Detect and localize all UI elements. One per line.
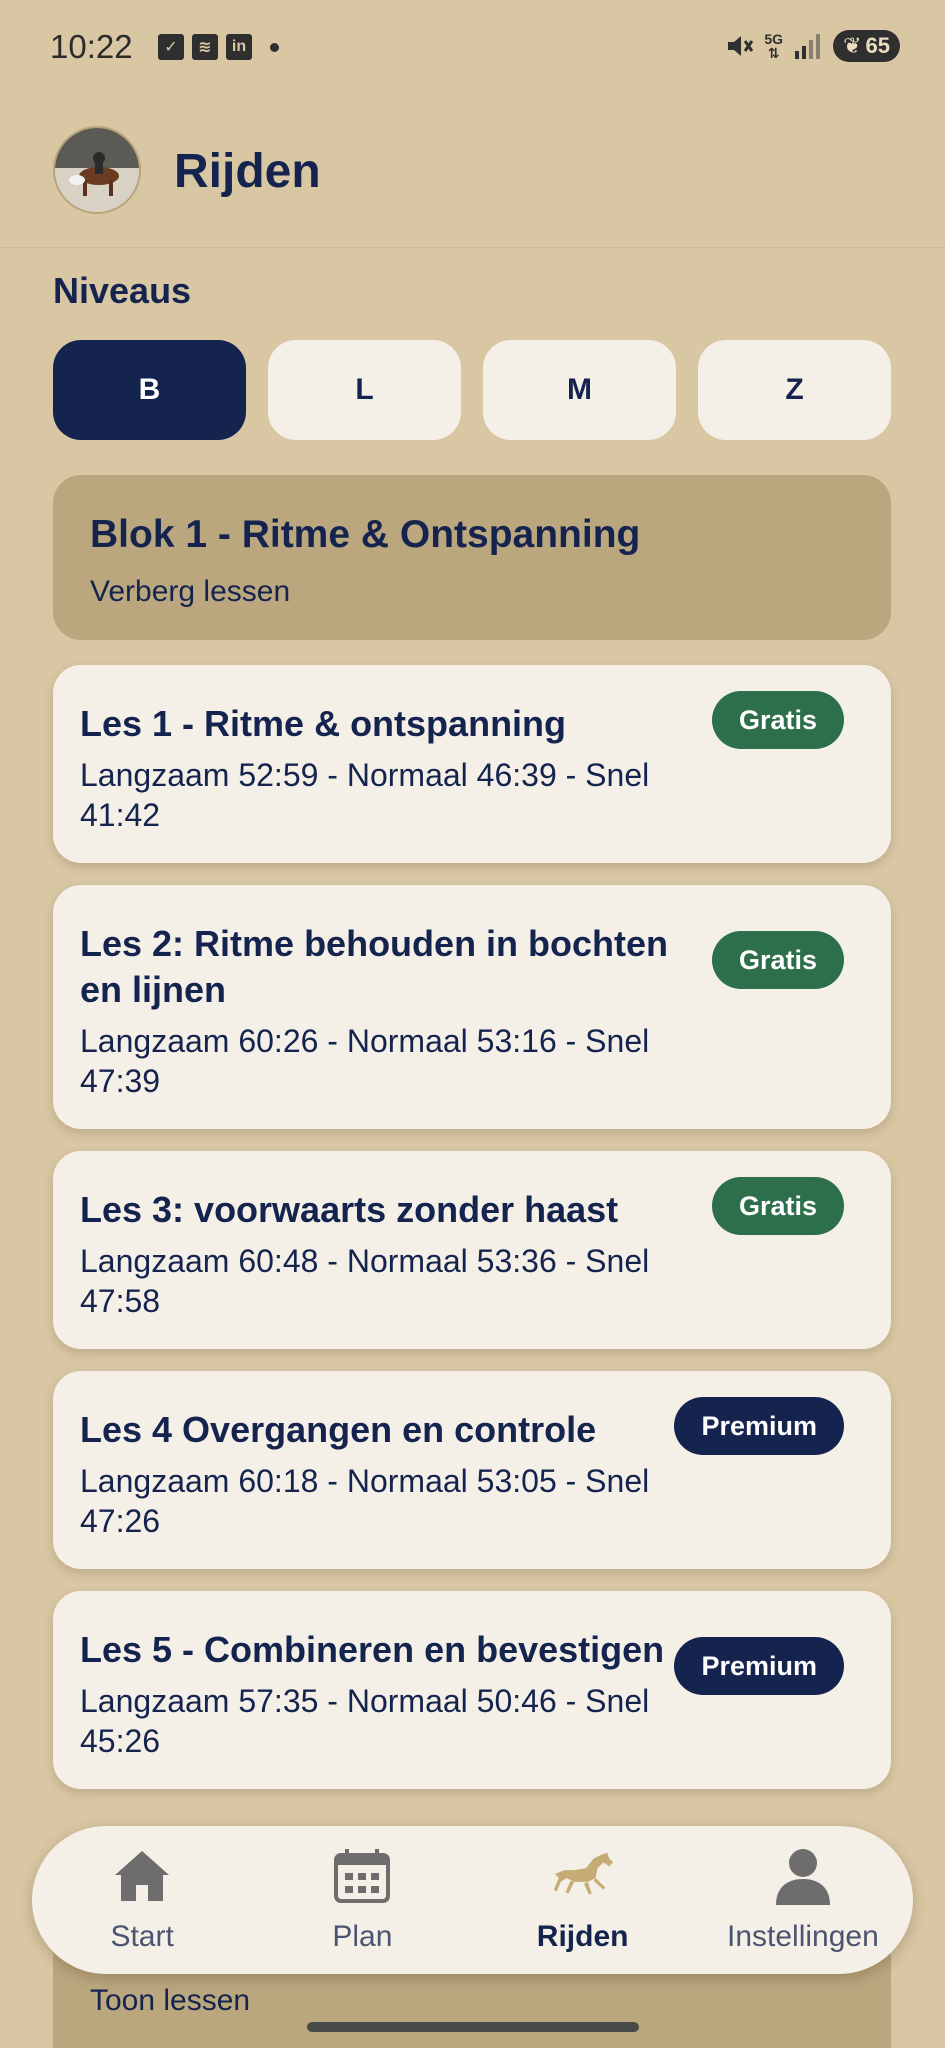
show-lessons-toggle[interactable]: Toon lessen	[90, 1984, 250, 2018]
leaf-icon: ❦	[843, 33, 862, 58]
network-icon: 5G ⇅	[764, 31, 784, 61]
lesson-title: Les 5 - Combineren en bevestigen	[80, 1629, 665, 1670]
lesson-card[interactable]: Les 3: voorwaarts zonder haast Langzaam …	[53, 1151, 891, 1349]
lesson-durations: Langzaam 60:48 - Normaal 53:36 - Snel 47…	[80, 1243, 650, 1319]
blok-header[interactable]: Blok 1 - Ritme & Ontspanning Verberg les…	[53, 475, 891, 640]
level-button-b[interactable]: B	[53, 340, 246, 440]
battery-icon: ❦ 65	[833, 30, 900, 62]
more-notifications-dot	[270, 42, 279, 52]
nav-label: Start	[110, 1920, 174, 1953]
level-button-l[interactable]: L	[268, 340, 461, 440]
premium-badge: Premium	[674, 1397, 844, 1455]
page-title: Rijden	[174, 145, 321, 198]
levels-label: Niveaus	[53, 270, 192, 311]
check-notification-icon: ✓	[158, 34, 184, 60]
level-selector: B L M Z	[53, 340, 891, 440]
level-button-z[interactable]: Z	[698, 340, 891, 440]
horse-icon	[551, 1844, 615, 1908]
gratis-badge: Gratis	[711, 931, 844, 989]
system-icons: 5G ⇅ ❦ 65	[724, 30, 900, 62]
nav-plan[interactable]: Plan	[252, 1826, 472, 1974]
app-screen: 10:22 ✓ ≋ in 5G ⇅ ❦ 65 Rijden Niveaus B …	[0, 0, 945, 2048]
bottom-navigation: Start Plan Rijden Instellingen	[32, 1826, 913, 1974]
signal-icon	[795, 34, 821, 59]
nav-label: Plan	[332, 1920, 393, 1953]
lesson-card[interactable]: Les 5 - Combineren en bevestigen Langzaa…	[53, 1591, 891, 1789]
lesson-card[interactable]: Les 2: Ritme behouden in bochten en lijn…	[53, 885, 891, 1129]
gratis-badge: Gratis	[711, 1177, 844, 1235]
lesson-durations: Langzaam 57:35 - Normaal 50:46 - Snel 45…	[80, 1683, 650, 1759]
nav-start[interactable]: Start	[32, 1826, 252, 1974]
level-button-m[interactable]: M	[483, 340, 676, 440]
avatar-photo	[55, 128, 139, 212]
nav-label: Rijden	[536, 1920, 629, 1953]
avatar[interactable]	[53, 126, 141, 214]
blok-title: Blok 1 - Ritme & Ontspanning	[90, 513, 641, 556]
mute-icon	[728, 36, 754, 56]
linkedin-notification-icon: in	[226, 34, 252, 60]
lesson-title: Les 2: Ritme behouden in bochten en lijn…	[80, 923, 669, 1010]
calendar-icon	[330, 1844, 394, 1908]
lesson-title: Les 4 Overgangen en controle	[80, 1409, 597, 1450]
home-icon	[110, 1844, 174, 1908]
home-indicator[interactable]	[307, 2022, 639, 2032]
status-time: 10:22	[50, 28, 133, 65]
hide-lessons-toggle[interactable]: Verberg lessen	[90, 575, 854, 609]
lesson-durations: Langzaam 52:59 - Normaal 46:39 - Snel 41…	[80, 757, 650, 833]
layers-notification-icon: ≋	[192, 34, 218, 60]
lesson-card[interactable]: Les 4 Overgangen en controle Langzaam 60…	[53, 1371, 891, 1569]
nav-instellingen[interactable]: Instellingen	[693, 1826, 913, 1974]
lesson-card[interactable]: Les 1 - Ritme & ontspanning Langzaam 52:…	[53, 665, 891, 863]
lesson-durations: Langzaam 60:26 - Normaal 53:16 - Snel 47…	[80, 1023, 650, 1099]
lesson-durations: Langzaam 60:18 - Normaal 53:05 - Snel 47…	[80, 1463, 650, 1539]
app-header: Rijden	[0, 100, 945, 248]
gratis-badge: Gratis	[711, 691, 844, 749]
notification-icons: ✓ ≋ in	[158, 34, 279, 60]
lesson-list: Les 1 - Ritme & ontspanning Langzaam 52:…	[53, 665, 891, 1811]
nav-label: Instellingen	[726, 1920, 879, 1953]
person-icon	[771, 1844, 835, 1908]
nav-rijden[interactable]: Rijden	[473, 1826, 693, 1974]
status-bar: 10:22 ✓ ≋ in 5G ⇅ ❦ 65	[0, 0, 945, 100]
lesson-title: Les 3: voorwaarts zonder haast	[80, 1189, 619, 1230]
network-label: 5G	[764, 31, 784, 47]
battery-level: 65	[865, 33, 890, 58]
premium-badge: Premium	[674, 1637, 844, 1695]
lesson-title: Les 1 - Ritme & ontspanning	[80, 703, 567, 744]
